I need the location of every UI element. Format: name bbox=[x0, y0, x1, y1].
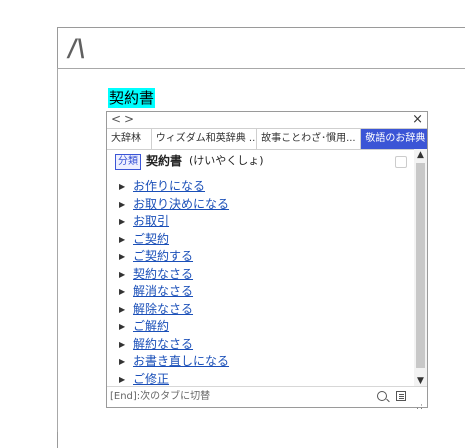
page-left-border bbox=[57, 69, 58, 432]
tab-daijirin[interactable]: 大辞林 bbox=[107, 129, 152, 149]
list-item: ▶ 解消なさる bbox=[107, 283, 412, 301]
dictionary-tabs: 大辞林 ウィズダム和英辞典 ... 故事ことわざ･慣用... 敬語のお辞典 bbox=[107, 128, 427, 150]
list-item: ▶ 解除なさる bbox=[107, 301, 412, 319]
list-item: ▶ お書き直しになる bbox=[107, 353, 412, 371]
list-item: ▶ 契約なさる bbox=[107, 266, 412, 284]
header-rule bbox=[57, 68, 465, 69]
bullet-icon: ▶ bbox=[119, 322, 126, 331]
forward-button[interactable]: > bbox=[124, 112, 134, 127]
zoom-icon[interactable] bbox=[377, 391, 387, 401]
keigo-link[interactable]: 解消なさる bbox=[133, 284, 193, 298]
list-item: ▶ ご契約する bbox=[107, 248, 412, 266]
list-item: ▶ お取り決めになる bbox=[107, 196, 412, 214]
popup-topbar: < > × bbox=[107, 112, 427, 127]
list-item: ▶ ご解約 bbox=[107, 318, 412, 336]
copy-icon[interactable] bbox=[395, 156, 407, 168]
keigo-link[interactable]: ご修正 bbox=[133, 372, 169, 386]
result-list: ▶ お作りになる ▶ お取り決めになる ▶ お取引 ▶ ご契約 ▶ ご契約する ▶ 契約なさ… bbox=[107, 178, 412, 388]
keigo-link[interactable]: 解約なさる bbox=[133, 337, 193, 351]
selected-text[interactable]: 契約書 bbox=[108, 88, 156, 108]
keigo-link[interactable]: お作りになる bbox=[133, 179, 205, 193]
scroll-thumb[interactable] bbox=[416, 163, 425, 368]
keigo-link[interactable]: ご契約 bbox=[133, 232, 169, 246]
keigo-link[interactable]: 契約なさる bbox=[133, 267, 193, 281]
keigo-link[interactable]: ご契約する bbox=[133, 249, 193, 263]
bullet-icon: ▶ bbox=[119, 199, 126, 209]
bullet-icon: ▶ bbox=[119, 304, 126, 314]
popup-footer: [End]:次のタブに切替 .: bbox=[107, 386, 427, 412]
menu-icon[interactable] bbox=[396, 391, 406, 401]
bullet-icon: ▶ bbox=[119, 217, 126, 226]
bullet-icon: ▶ bbox=[119, 234, 126, 244]
footer-hint: [End]:次のタブに切替 bbox=[110, 391, 211, 402]
headword: 契約書 bbox=[146, 154, 183, 168]
keigo-link[interactable]: お取引 bbox=[133, 214, 169, 228]
bullet-icon: ▶ bbox=[119, 287, 126, 296]
back-button[interactable]: < bbox=[111, 112, 121, 127]
keigo-link[interactable]: 解除なさる bbox=[133, 302, 193, 316]
tab-proverbs[interactable]: 故事ことわざ･慣用... bbox=[257, 129, 362, 149]
scroll-up-icon[interactable]: ▲ bbox=[415, 149, 426, 161]
reading: (けいやくしょ) bbox=[189, 154, 264, 167]
list-item: ▶ 解約なさる bbox=[107, 336, 412, 354]
scrollbar[interactable]: ▲ ▼ bbox=[414, 149, 427, 387]
close-button[interactable]: × bbox=[412, 112, 423, 127]
list-item: ▶ お作りになる bbox=[107, 178, 412, 196]
bullet-icon: ▶ bbox=[119, 339, 126, 349]
list-item: ▶ お取引 bbox=[107, 213, 412, 231]
tab-keigo[interactable]: 敬語のお辞典 bbox=[361, 129, 427, 149]
keigo-link[interactable]: お取り決めになる bbox=[133, 197, 229, 211]
tab-wisdom[interactable]: ウィズダム和英辞典 ... bbox=[152, 129, 258, 149]
bullet-icon: ▶ bbox=[119, 182, 126, 191]
list-item: ▶ ご契約 bbox=[107, 231, 412, 249]
keigo-link[interactable]: お書き直しになる bbox=[133, 354, 229, 368]
category-badge: 分類 bbox=[115, 154, 141, 170]
entry-header: 分類 契約書 (けいやくしょ) bbox=[107, 150, 412, 172]
resize-grip-icon[interactable]: .: bbox=[416, 397, 424, 417]
bullet-icon: ▶ bbox=[119, 269, 126, 279]
app-logo: /\ bbox=[66, 34, 88, 62]
dictionary-popup: < > × 大辞林 ウィズダム和英辞典 ... 故事ことわざ･慣用... 敬語の… bbox=[106, 111, 428, 412]
keigo-link[interactable]: ご解約 bbox=[133, 319, 169, 333]
bullet-icon: ▶ bbox=[119, 252, 126, 261]
bullet-icon: ▶ bbox=[119, 357, 126, 366]
